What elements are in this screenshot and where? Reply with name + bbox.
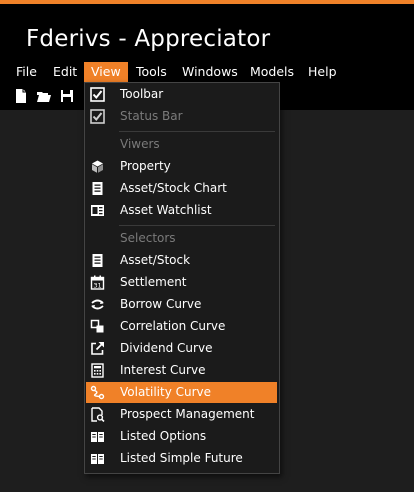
curve-arrows-icon (91, 299, 104, 310)
menu-help[interactable]: Help (301, 62, 344, 82)
menu-item-label: Settlement (120, 275, 187, 289)
menu-view[interactable]: View (84, 62, 128, 82)
open-folder-icon[interactable] (36, 88, 52, 104)
calendar-icon: 31 (90, 275, 105, 290)
menu-separator (119, 131, 275, 132)
menu-item-label: Borrow Curve (120, 297, 202, 311)
save-icon[interactable] (59, 88, 75, 104)
menu-item-prospect-management[interactable]: Prospect Management (86, 404, 277, 425)
section-header-label: Selectors (120, 231, 176, 245)
document-search-icon (91, 407, 105, 422)
menu-item-interest-curve[interactable]: Interest Curve (86, 360, 277, 381)
menu-item-status-bar: Status Bar (86, 106, 277, 127)
menu-file[interactable]: File (9, 62, 44, 82)
menu-item-label: Listed Simple Future (120, 451, 243, 465)
menu-windows[interactable]: Windows (175, 62, 245, 82)
menu-item-label: Asset/Stock (120, 253, 191, 267)
volatility-icon (90, 385, 105, 400)
menu-item-asset-stock-chart[interactable]: Asset/Stock Chart (86, 178, 277, 199)
new-file-icon[interactable] (13, 88, 29, 104)
menu-item-settlement[interactable]: 31 Settlement (86, 272, 277, 293)
menu-item-listed-options[interactable]: Listed Options (86, 426, 277, 447)
section-header-selectors: Selectors (86, 228, 277, 249)
menu-item-dividend-curve[interactable]: Dividend Curve (86, 338, 277, 359)
menu-item-label: Correlation Curve (120, 319, 226, 333)
menu-item-label: Dividend Curve (120, 341, 213, 355)
menu-item-label: Property (120, 159, 171, 173)
correlation-icon (90, 319, 104, 333)
menu-edit[interactable]: Edit (46, 62, 84, 82)
menu-item-asset-watchlist[interactable]: Asset Watchlist (86, 200, 277, 221)
checkbox-checked-icon (90, 109, 105, 124)
menu-item-property[interactable]: Property (86, 156, 277, 177)
title-bar: Fderivs - Appreciator (0, 4, 414, 62)
external-link-icon (91, 342, 104, 355)
menu-item-label: Listed Options (120, 429, 207, 443)
cube-icon (92, 160, 103, 173)
menu-item-asset-stock[interactable]: Asset/Stock (86, 250, 277, 271)
menu-item-label: Prospect Management (120, 407, 255, 421)
book-icon (91, 454, 104, 464)
menu-item-listed-simple-future[interactable]: Listed Simple Future (86, 448, 277, 469)
menu-item-toolbar[interactable]: Toolbar (86, 84, 277, 105)
svg-text:31: 31 (93, 282, 101, 290)
menu-item-label: Interest Curve (120, 363, 206, 377)
menu-item-borrow-curve[interactable]: Borrow Curve (86, 294, 277, 315)
menu-tools[interactable]: Tools (129, 62, 174, 82)
menu-item-label: Status Bar (120, 109, 183, 123)
menu-bar: File Edit View Tools Windows Models Help (0, 62, 414, 82)
app-title: Fderivs - Appreciator (26, 26, 271, 52)
menu-separator (119, 225, 275, 226)
menu-item-volatility-curve[interactable]: Volatility Curve (86, 382, 277, 403)
menu-models[interactable]: Models (243, 62, 301, 82)
watchlist-icon (91, 205, 104, 216)
section-header-viewers: Viwers (86, 134, 277, 155)
checkbox-checked-icon (90, 87, 105, 102)
document-list-icon (92, 182, 103, 195)
section-header-label: Viwers (120, 137, 160, 151)
menu-item-label: Volatility Curve (120, 385, 212, 399)
menu-item-label: Asset Watchlist (120, 203, 212, 217)
menu-item-label: Toolbar (120, 87, 164, 101)
document-list-icon (92, 254, 103, 267)
view-menu-dropdown: Toolbar Status Bar Viwers Property Asset… (84, 82, 280, 474)
calculator-icon (91, 363, 104, 378)
menu-item-label: Asset/Stock Chart (120, 181, 227, 195)
book-icon (91, 432, 104, 442)
menu-item-correlation-curve[interactable]: Correlation Curve (86, 316, 277, 337)
